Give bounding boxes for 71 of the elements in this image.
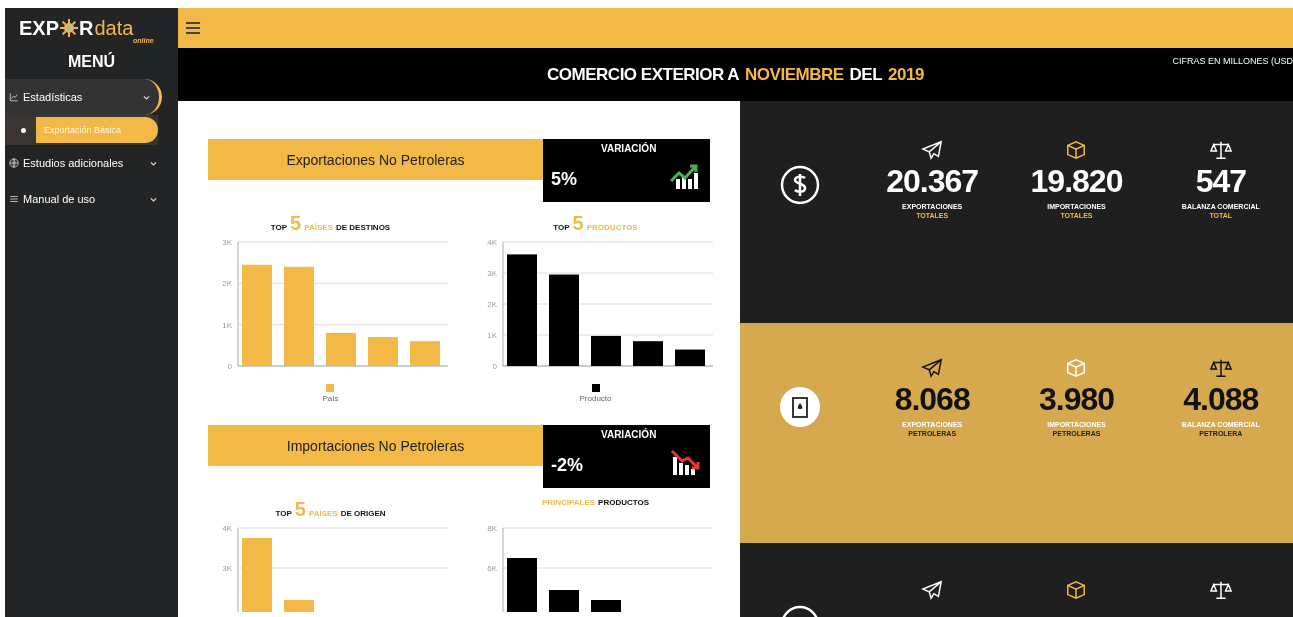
section-title: Exportaciones No Petroleras	[208, 139, 543, 180]
chart-title: TOP 5 PAÍSES DE DESTINOS	[270, 212, 391, 234]
bar	[633, 341, 663, 366]
variation-value: -2%	[551, 455, 583, 476]
section-title: Importaciones No Petroleras	[208, 425, 543, 466]
axis-tick-label: 3K	[487, 269, 497, 278]
menu-item[interactable]: Manual de uso	[5, 181, 178, 217]
scale-icon	[1209, 579, 1232, 601]
menu-title: MENÚ	[66, 51, 117, 72]
axis-tick-label: 4K	[222, 524, 232, 533]
chart-title: TOP 5 PAÍSES DE ORIGEN	[275, 498, 386, 520]
menu-button[interactable]	[184, 20, 202, 36]
trend-up-icon	[670, 163, 700, 189]
stat-value: 4.088	[1183, 381, 1259, 418]
trend-down-icon	[670, 449, 700, 475]
bar	[326, 332, 356, 366]
axis-tick-label: 1K	[487, 331, 497, 340]
bar	[591, 600, 621, 612]
axis-tick-label: 2K	[487, 300, 497, 309]
variation-value: 5%	[551, 169, 577, 190]
units-note: CIFRAS EN MILLONES (USD	[1172, 56, 1293, 66]
chart-title: PRINCIPALES PRODUCTOS	[541, 498, 650, 509]
paper-plane-icon	[921, 357, 944, 379]
variation-label: VARIACIÓN	[601, 429, 657, 440]
axis-tick-label: 8K	[487, 524, 497, 533]
box-icon	[1065, 139, 1088, 161]
list-icon	[9, 194, 19, 204]
bar	[507, 558, 537, 612]
bar	[284, 600, 314, 612]
stat-value: 3.980	[1038, 381, 1115, 418]
axis-tick-label: 0	[492, 362, 497, 371]
axis-tick-label: 2K	[222, 279, 232, 289]
page-title: NOVIEMBRE	[745, 64, 844, 85]
stat-value: 20.367	[886, 163, 979, 200]
stat-value: 19.820	[1030, 163, 1123, 200]
axis-tick-label: 1K	[222, 320, 232, 330]
stat-value: 8.068	[894, 381, 970, 418]
gear-icon	[60, 19, 79, 37]
line-chart-icon	[9, 92, 19, 102]
legend-label: Producto	[579, 394, 612, 403]
bar	[368, 337, 398, 366]
axis-tick-label: 6K	[487, 564, 497, 573]
chart-title: TOP 5 PRODUCTOS	[553, 212, 638, 234]
scale-icon	[1209, 139, 1232, 161]
variation-label: VARIACIÓN	[601, 143, 657, 154]
page-title: DEL	[849, 64, 883, 85]
legend-label: País	[322, 394, 339, 403]
dollar-circle-icon	[780, 165, 820, 205]
page-title: COMERCIO EXTERIOR A	[547, 64, 740, 85]
oil-barrel-icon	[780, 387, 820, 427]
axis-tick-label: 4K	[487, 238, 497, 247]
box-icon	[1065, 357, 1088, 379]
scale-icon	[1209, 357, 1232, 379]
axis-tick-label: 3K	[222, 564, 232, 573]
legend-swatch	[326, 384, 335, 392]
legend-swatch	[591, 384, 600, 392]
bar	[410, 341, 440, 366]
paper-plane-icon	[921, 139, 944, 161]
globe-icon	[9, 158, 19, 168]
stat-value: 547	[1195, 163, 1246, 200]
box-icon	[1065, 579, 1088, 601]
bar	[591, 335, 621, 366]
axis-tick-label: 0	[227, 362, 232, 371]
axis-tick-label: 3K	[222, 238, 232, 247]
bullet-icon	[21, 127, 26, 133]
menu-item[interactable]: Estudios adicionales	[5, 145, 178, 181]
paper-plane-icon	[921, 579, 944, 601]
menu-item[interactable]: Estadísticas	[5, 79, 162, 115]
page-title: 2019	[888, 64, 924, 85]
bar	[675, 349, 705, 366]
bar	[549, 590, 579, 612]
